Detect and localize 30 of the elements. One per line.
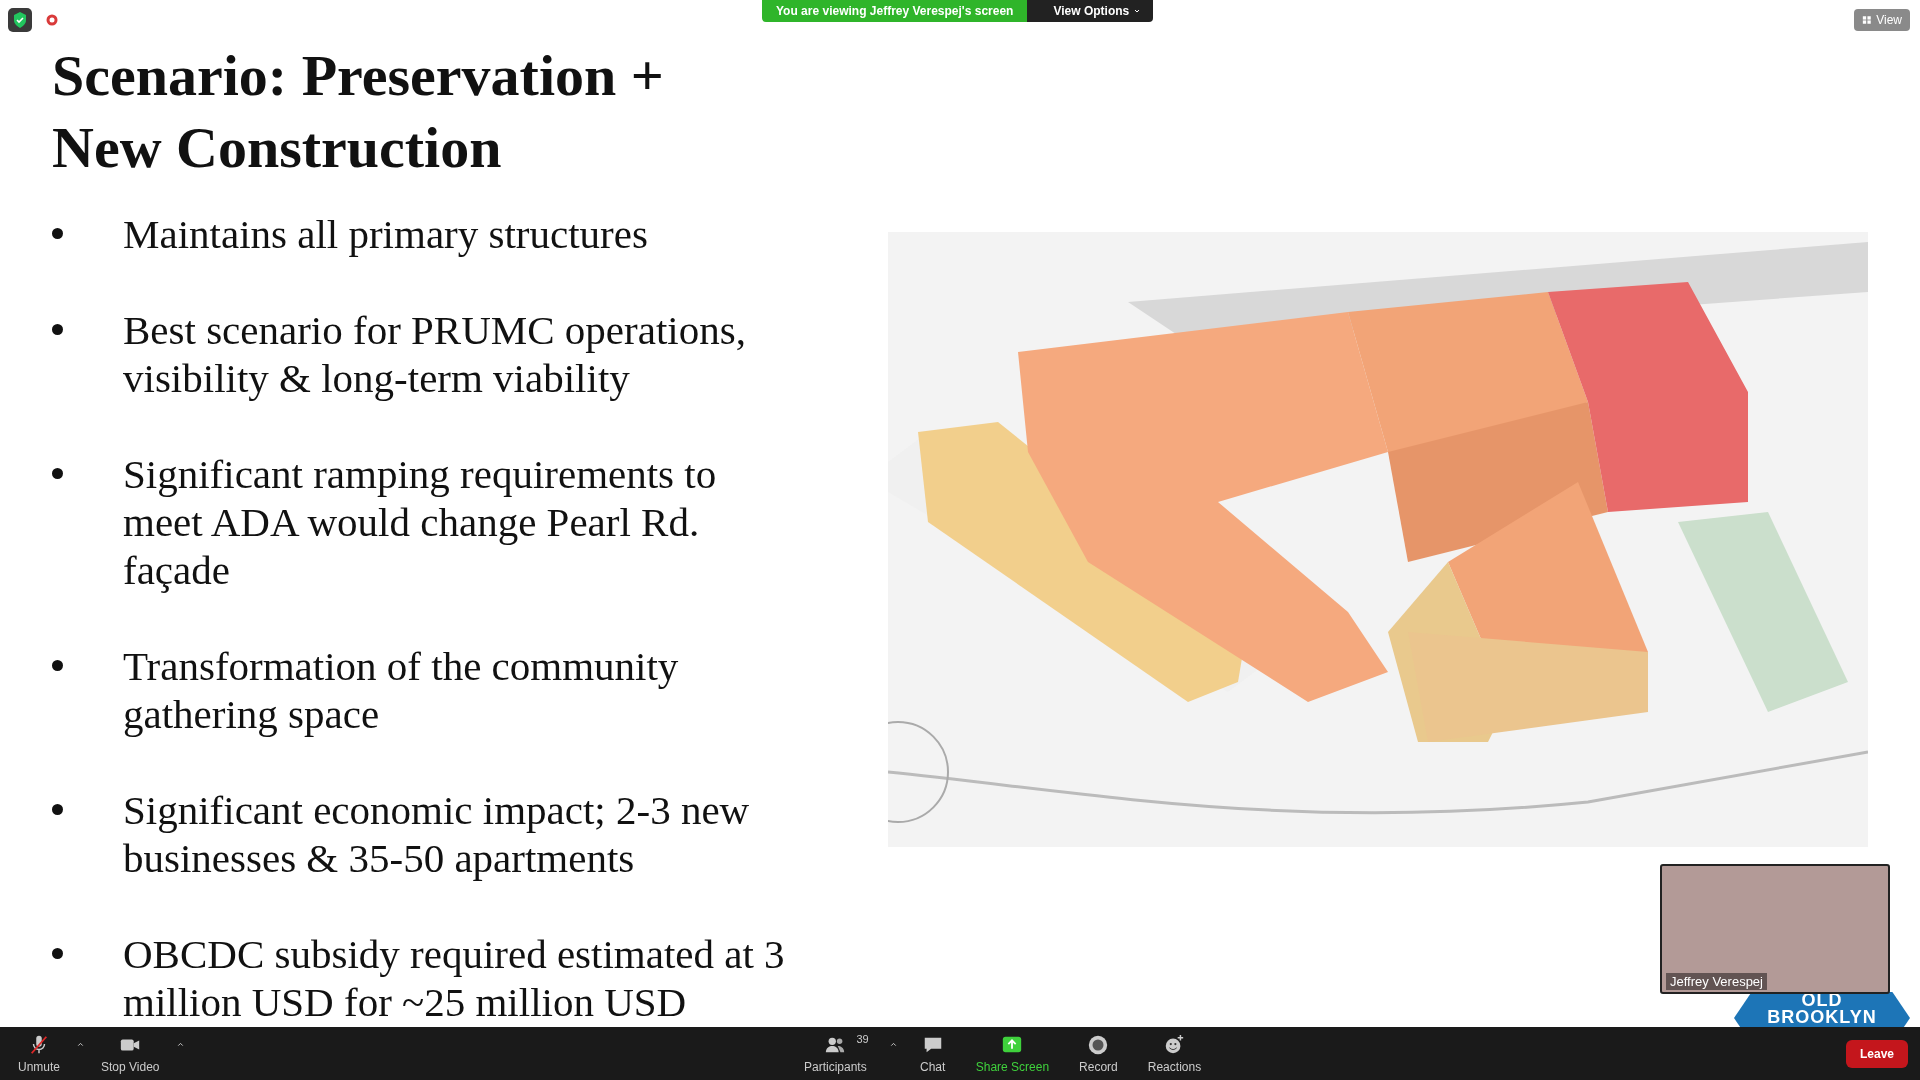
recording-icon [46,14,58,26]
bullet-dot [52,228,63,239]
sharing-banner: You are viewing Jeffrey Verespej's screen [762,0,1028,22]
bullet-text: OBCDC subsidy required estimated at 3 million USD for ~25 million USD [123,930,786,1026]
bullet-text: Significant economic impact; 2-3 new businesses & 35-50 apartments [123,786,751,882]
toolbar-button[interactable]: Share Screen [967,1029,1058,1078]
view-options-button[interactable]: View Options [1027,0,1154,22]
bullet-text: Significant ramping requirements to meet ADA would change Pearl Rd. façade [123,450,718,594]
bullet-text: Transformation of the community gathering space [123,642,680,738]
bullet-dot [52,948,63,959]
bullet-dot [52,660,63,671]
participant-count: 39 [856,1032,869,1045]
caret-icon [1133,7,1142,15]
toolbar-button[interactable]: Chat [911,1029,954,1078]
toolbar-button[interactable]: Reactions [1139,1029,1210,1078]
toolbar-button[interactable]: Unmute [10,1029,69,1078]
bullet-text: Maintains all primary structures [123,210,649,258]
bullet-text: Best scenario for PRUMC operations, visibility & long-term viability [123,306,747,402]
logo-text: BROOKLYN [1767,1009,1877,1026]
shield-icon [8,8,32,32]
toolbar-button[interactable]: Record [1071,1029,1126,1078]
bullet-dot [52,324,63,335]
grid-icon [1862,15,1873,25]
toolbar-button[interactable]: 39 Participants [796,1029,875,1078]
leave-button[interactable]: Leave [1845,1039,1908,1068]
toolbar-button[interactable]: Stop Video [93,1029,168,1078]
participant-name: Jeffrey Verespej [1666,973,1767,990]
bullet-dot [52,804,63,815]
slide-title: Scenario: Preservation + New Construction [52,42,665,182]
bullet-dot [52,468,63,479]
